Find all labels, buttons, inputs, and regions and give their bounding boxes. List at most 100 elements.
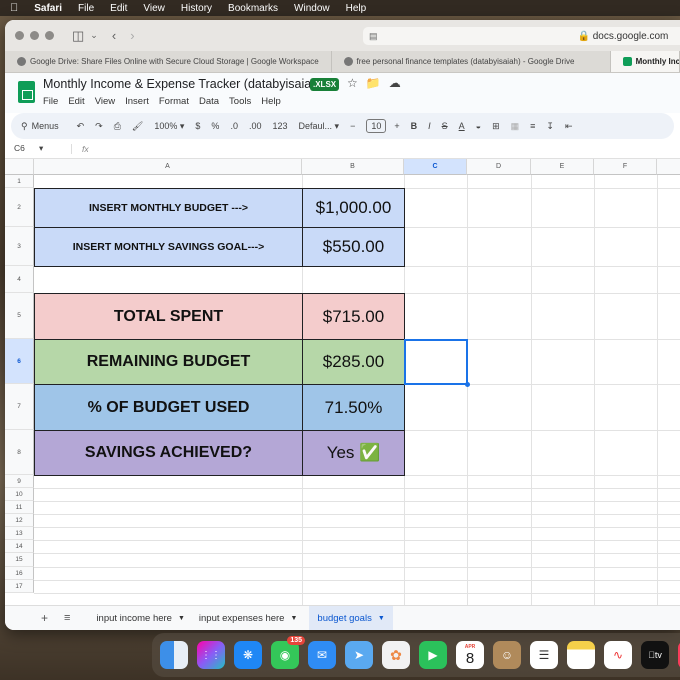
text-wrap-icon[interactable]: ⇤ — [565, 121, 573, 132]
cell-b8[interactable]: Yes ✅ — [302, 430, 405, 476]
messages-icon[interactable]: ◉ 135 — [271, 636, 305, 669]
cell-b3[interactable]: $550.00 — [302, 227, 405, 267]
column-header-b[interactable]: B — [302, 159, 404, 175]
text-color-button[interactable]: A — [459, 121, 465, 131]
row-header-13[interactable]: 13 — [5, 527, 34, 540]
more-formats-button[interactable]: 123 — [272, 121, 287, 131]
safari-icon[interactable]: ❋ — [234, 641, 262, 669]
minimize-window-button[interactable] — [30, 31, 39, 40]
menu-history[interactable]: History — [181, 3, 212, 14]
add-sheet-icon[interactable]: + — [41, 611, 48, 625]
row-header-2[interactable]: 2 — [5, 188, 34, 227]
reminders-icon[interactable]: ☰ — [530, 641, 558, 669]
back-icon[interactable]: ‹ — [112, 28, 116, 43]
percent-format-button[interactable]: % — [211, 121, 219, 131]
selected-cell-c6[interactable] — [404, 339, 468, 385]
cell-a5[interactable]: TOTAL SPENT — [34, 293, 303, 340]
column-header-a[interactable]: A — [34, 159, 302, 175]
menu-insert[interactable]: Insert — [125, 96, 149, 107]
redo-icon[interactable]: ↷ — [95, 121, 103, 132]
menu-format[interactable]: Format — [159, 96, 189, 107]
cell-a7[interactable]: % OF BUDGET USED — [34, 384, 303, 431]
cell-b7[interactable]: 71.50% — [302, 384, 405, 431]
row-header-5[interactable]: 5 — [5, 293, 34, 339]
menu-help[interactable]: Help — [346, 3, 367, 14]
menu-edit[interactable]: Edit — [110, 3, 127, 14]
photos-icon[interactable]: ✿ — [382, 641, 410, 669]
menu-bookmarks[interactable]: Bookmarks — [228, 3, 278, 14]
decrease-font-size-button[interactable]: − — [350, 121, 355, 131]
menu-help[interactable]: Help — [261, 96, 281, 107]
column-header-f[interactable]: F — [594, 159, 657, 175]
row-header-4[interactable]: 4 — [5, 266, 34, 293]
paint-format-icon[interactable]: 🖌 — [132, 121, 143, 132]
menu-app-name[interactable]: Safari — [34, 3, 62, 14]
browser-tab-sheet[interactable]: Monthly Incom — [610, 51, 680, 72]
row-header-11[interactable]: 11 — [5, 501, 34, 514]
menu-data[interactable]: Data — [199, 96, 219, 107]
move-folder-icon[interactable]: 📁 — [366, 76, 389, 90]
sheets-logo-icon[interactable] — [18, 81, 35, 103]
menu-file[interactable]: File — [78, 3, 94, 14]
font-select[interactable]: Defaul... ▾ — [299, 121, 340, 132]
sheet-tab-budget-goals[interactable]: budget goals ▼ — [309, 605, 393, 630]
bold-button[interactable]: B — [411, 121, 418, 131]
all-sheets-icon[interactable]: ≡ — [64, 612, 70, 624]
column-header-d[interactable]: D — [467, 159, 531, 175]
row-header-7[interactable]: 7 — [5, 384, 34, 430]
formula-input[interactable] — [89, 141, 680, 157]
menu-window[interactable]: Window — [294, 3, 330, 14]
sheet-tab-expenses[interactable]: input expenses here ▼ — [199, 613, 298, 624]
decrease-decimal-button[interactable]: .0 — [230, 121, 238, 131]
row-header-10[interactable]: 10 — [5, 488, 34, 501]
cell-a8[interactable]: SAVINGS ACHIEVED? — [34, 430, 303, 476]
star-icon[interactable]: ☆ — [347, 76, 366, 90]
chevron-down-icon[interactable]: ▼ — [178, 615, 185, 622]
vertical-align-icon[interactable]: ↧ — [546, 121, 554, 132]
sidebar-toggle-icon[interactable]: ◫ — [72, 28, 84, 44]
chevron-down-icon[interactable]: ▼ — [378, 615, 385, 622]
strikethrough-button[interactable]: S — [442, 121, 448, 131]
row-header-15[interactable]: 15 — [5, 553, 34, 567]
zoom-window-button[interactable] — [45, 31, 54, 40]
zoom-select[interactable]: 100% ▾ — [154, 121, 184, 132]
forward-icon[interactable]: › — [130, 28, 134, 43]
column-header-c[interactable]: C — [404, 159, 467, 175]
finder-icon[interactable] — [160, 641, 188, 669]
browser-tab-drive[interactable]: Google Drive: Share Files Online with Se… — [5, 51, 332, 72]
cell-a6[interactable]: REMAINING BUDGET — [34, 339, 303, 385]
contacts-icon[interactable]: ☺ — [493, 641, 521, 669]
horizontal-align-icon[interactable]: ≡ — [530, 121, 535, 131]
borders-icon[interactable]: ⊞ — [492, 121, 500, 132]
cell-a2[interactable]: INSERT MONTHLY BUDGET ---> — [34, 188, 303, 228]
cell-b5[interactable]: $715.00 — [302, 293, 405, 340]
maps-icon[interactable]: ➤ — [345, 641, 373, 669]
close-window-button[interactable] — [15, 31, 24, 40]
cell-b6[interactable]: $285.00 — [302, 339, 405, 385]
increase-font-size-button[interactable]: + — [394, 121, 399, 131]
mail-icon[interactable]: ✉ — [308, 641, 336, 669]
menu-view[interactable]: View — [143, 3, 165, 14]
undo-icon[interactable]: ↶ — [77, 121, 85, 132]
row-header-3[interactable]: 3 — [5, 227, 34, 266]
font-size-input[interactable]: 10 — [366, 119, 387, 133]
fill-color-icon[interactable]: ◒ — [476, 121, 481, 131]
apple-icon[interactable]:  — [10, 2, 18, 14]
fill-handle[interactable] — [465, 382, 470, 387]
column-header-e[interactable]: E — [531, 159, 594, 175]
row-header-6[interactable]: 6 — [5, 339, 34, 384]
apple-tv-icon[interactable]: tv — [641, 641, 669, 669]
print-icon[interactable]: ⎙ — [114, 121, 121, 132]
chevron-down-icon[interactable]: ⌄ — [90, 30, 98, 41]
page-settings-icon[interactable]: ▤ — [369, 31, 378, 42]
search-menus[interactable]: ⚲ Menus — [21, 121, 59, 132]
facetime-icon[interactable]: ▶ — [419, 641, 447, 669]
launchpad-icon[interactable]: ⋮⋮ — [197, 641, 225, 669]
sheet-tab-income[interactable]: input income here ▼ — [96, 613, 184, 624]
notes-icon[interactable] — [567, 641, 595, 669]
menu-edit[interactable]: Edit — [68, 96, 84, 107]
row-header-8[interactable]: 8 — [5, 430, 34, 475]
menu-view[interactable]: View — [95, 96, 115, 107]
menu-file[interactable]: File — [43, 96, 58, 107]
freeform-icon[interactable]: ∿ — [604, 641, 632, 669]
